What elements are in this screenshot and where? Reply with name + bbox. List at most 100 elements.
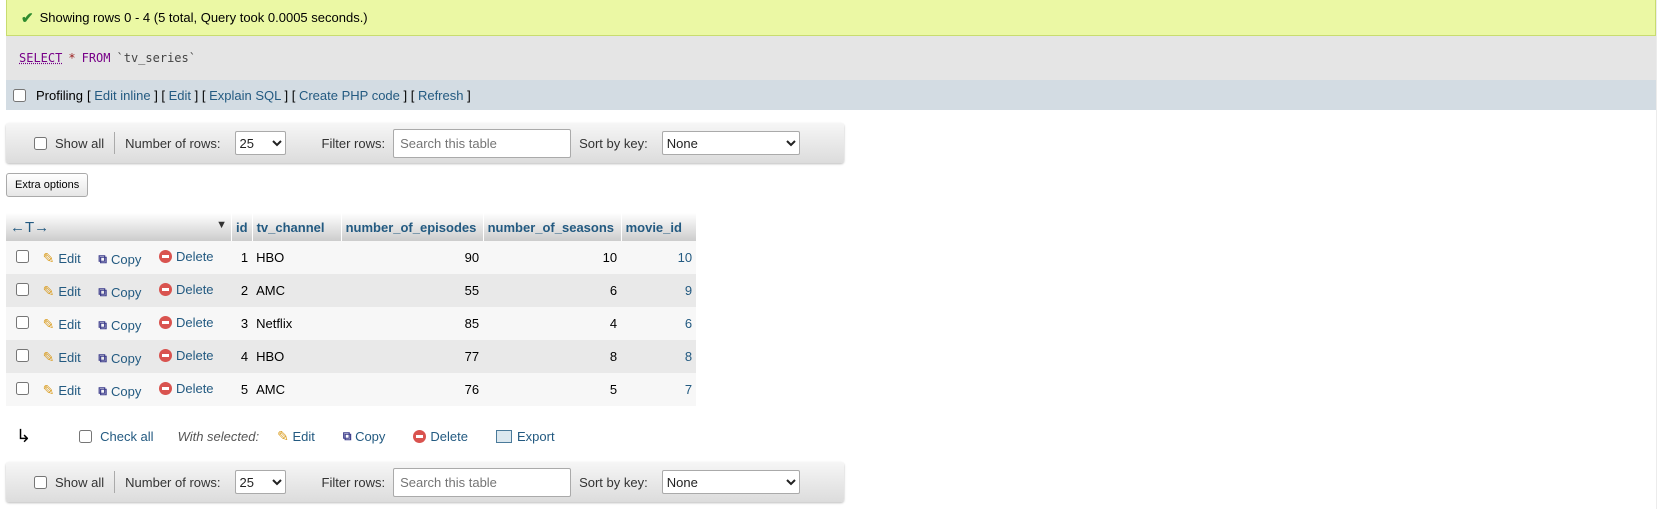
cell-tv-channel[interactable]: Netflix (252, 307, 342, 340)
show-all-checkbox-bottom[interactable] (34, 475, 47, 489)
row-copy-label: Copy (110, 251, 142, 267)
filter-rows-label-bottom: Filter rows: (321, 474, 386, 490)
cell-number-of-episodes[interactable]: 85 (341, 307, 484, 340)
cell-id[interactable]: 5 (231, 373, 253, 406)
row-checkbox[interactable] (16, 282, 29, 296)
cell-number-of-seasons[interactable]: 4 (483, 307, 622, 340)
row-copy-button[interactable]: ⧉ Copy (98, 252, 141, 267)
extra-options-button[interactable]: Extra options (6, 173, 89, 197)
delete-icon (158, 348, 172, 362)
row-edit-button[interactable]: ✎ Edit (43, 250, 81, 267)
row-edit-label: Edit (58, 316, 81, 332)
row-delete-button[interactable]: Delete (158, 380, 214, 396)
row-delete-label: Delete (175, 281, 214, 297)
delete-icon (158, 381, 172, 395)
column-header-id[interactable]: id (231, 213, 253, 241)
bulk-edit-button[interactable]: ✎ Edit (277, 428, 315, 445)
bulk-copy-button[interactable]: ⧉ Copy (343, 429, 386, 444)
cell-number-of-episodes[interactable]: 77 (341, 340, 484, 373)
cell-movie-id-link[interactable]: 8 (621, 340, 697, 373)
sort-triangle-icon[interactable]: ▼ (216, 219, 227, 231)
filter-rows-input-bottom[interactable] (393, 467, 572, 497)
scrollbar[interactable] (1656, 0, 1679, 509)
number-of-rows-label: Number of rows: (125, 135, 221, 151)
row-checkbox[interactable] (16, 381, 29, 395)
cell-movie-id-link[interactable]: 9 (621, 274, 697, 307)
cell-number-of-seasons[interactable]: 8 (483, 340, 622, 373)
number-of-rows-select[interactable]: 25 (234, 131, 286, 155)
check-all-checkbox[interactable] (79, 429, 93, 443)
cell-tv-channel[interactable]: AMC (252, 373, 342, 406)
create-php-code-link[interactable]: Create PHP code (299, 88, 400, 103)
cell-number-of-episodes[interactable]: 55 (341, 274, 484, 307)
copy-icon: ⧉ (98, 350, 107, 365)
cell-movie-id-link[interactable]: 6 (621, 307, 697, 340)
row-edit-button[interactable]: ✎ Edit (43, 382, 81, 399)
column-header-number-of-episodes[interactable]: number_of_episodes (341, 213, 484, 241)
row-edit-label: Edit (58, 349, 81, 365)
cell-id[interactable]: 4 (231, 340, 253, 373)
table-row: ✎ Edit ⧉ Copy Delete 4 HBO 77 8 8 (6, 340, 697, 373)
table-body: ✎ Edit ⧉ Copy Delete 1 HBO 90 10 10 ✎ Edit … (6, 241, 697, 406)
profiling-checkbox[interactable] (13, 88, 26, 102)
cell-number-of-seasons[interactable]: 5 (483, 373, 622, 406)
show-all-checkbox[interactable] (34, 136, 47, 150)
row-delete-button[interactable]: Delete (158, 249, 214, 264)
number-of-rows-select-bottom[interactable]: 25 (234, 470, 286, 494)
cell-number-of-seasons[interactable]: 10 (483, 241, 622, 274)
edit-inline-link[interactable]: Edit inline (94, 88, 150, 103)
pencil-icon: ✎ (42, 315, 55, 332)
cell-number-of-seasons[interactable]: 6 (483, 274, 622, 307)
profiling-label: Profiling (36, 87, 83, 103)
row-checkbox[interactable] (16, 348, 29, 362)
bulk-delete-button[interactable]: Delete (413, 429, 468, 444)
checkmark-icon: ✔ (21, 9, 34, 27)
row-delete-button[interactable]: Delete (158, 315, 214, 330)
row-edit-button[interactable]: ✎ Edit (43, 283, 81, 300)
row-copy-button[interactable]: ⧉ Copy (98, 285, 141, 300)
row-delete-button[interactable]: Delete (158, 348, 214, 363)
cell-tv-channel[interactable]: AMC (252, 274, 342, 307)
column-header-number-of-seasons[interactable]: number_of_seasons (483, 213, 622, 241)
cell-id[interactable]: 2 (231, 274, 253, 307)
cell-number-of-episodes[interactable]: 90 (341, 241, 484, 274)
table-row: ✎ Edit ⧉ Copy Delete 5 AMC 76 5 7 (6, 373, 697, 406)
row-edit-label: Edit (58, 382, 81, 398)
cell-number-of-episodes[interactable]: 76 (341, 373, 484, 406)
column-nav-arrows-icon[interactable]: ←T→ (10, 219, 49, 236)
bulk-edit-label: Edit (292, 428, 315, 444)
sql-from-keyword: FROM (81, 51, 111, 65)
row-delete-label: Delete (175, 380, 214, 396)
results-panel: ✔ Showing rows 0 - 4 (5 total, Query too… (6, 0, 1656, 502)
column-header-tv-channel[interactable]: tv_channel (252, 213, 342, 241)
refresh-link[interactable]: Refresh (418, 88, 464, 103)
sort-by-key-select[interactable]: None (661, 131, 800, 155)
cell-id[interactable]: 3 (231, 307, 253, 340)
pencil-icon: ✎ (277, 427, 289, 444)
sql-select-keyword[interactable]: SELECT (19, 51, 62, 65)
check-all-label[interactable]: Check all (100, 429, 153, 444)
bulk-export-button[interactable]: Export (496, 429, 555, 444)
sort-by-key-select-bottom[interactable]: None (661, 470, 800, 494)
filter-rows-input[interactable] (393, 128, 572, 158)
row-copy-button[interactable]: ⧉ Copy (98, 384, 141, 399)
edit-link[interactable]: Edit (169, 88, 191, 103)
row-edit-button[interactable]: ✎ Edit (43, 349, 81, 366)
row-copy-button[interactable]: ⧉ Copy (98, 351, 141, 366)
explain-sql-link[interactable]: Explain SQL (209, 88, 281, 103)
row-delete-button[interactable]: Delete (158, 281, 214, 297)
row-copy-label: Copy (110, 383, 142, 399)
row-copy-button[interactable]: ⧉ Copy (98, 318, 141, 333)
column-header-movie-id[interactable]: movie_id (621, 213, 697, 241)
delete-icon (158, 315, 172, 329)
row-checkbox[interactable] (16, 315, 29, 329)
row-checkbox[interactable] (16, 249, 29, 263)
cell-tv-channel[interactable]: HBO (252, 241, 342, 274)
cell-movie-id-link[interactable]: 10 (621, 241, 697, 274)
cell-movie-id-link[interactable]: 7 (621, 373, 697, 406)
sql-star: * (68, 51, 76, 65)
number-of-rows-label-bottom: Number of rows: (125, 474, 221, 490)
cell-tv-channel[interactable]: HBO (252, 340, 342, 373)
row-edit-button[interactable]: ✎ Edit (43, 316, 81, 333)
cell-id[interactable]: 1 (231, 241, 253, 274)
